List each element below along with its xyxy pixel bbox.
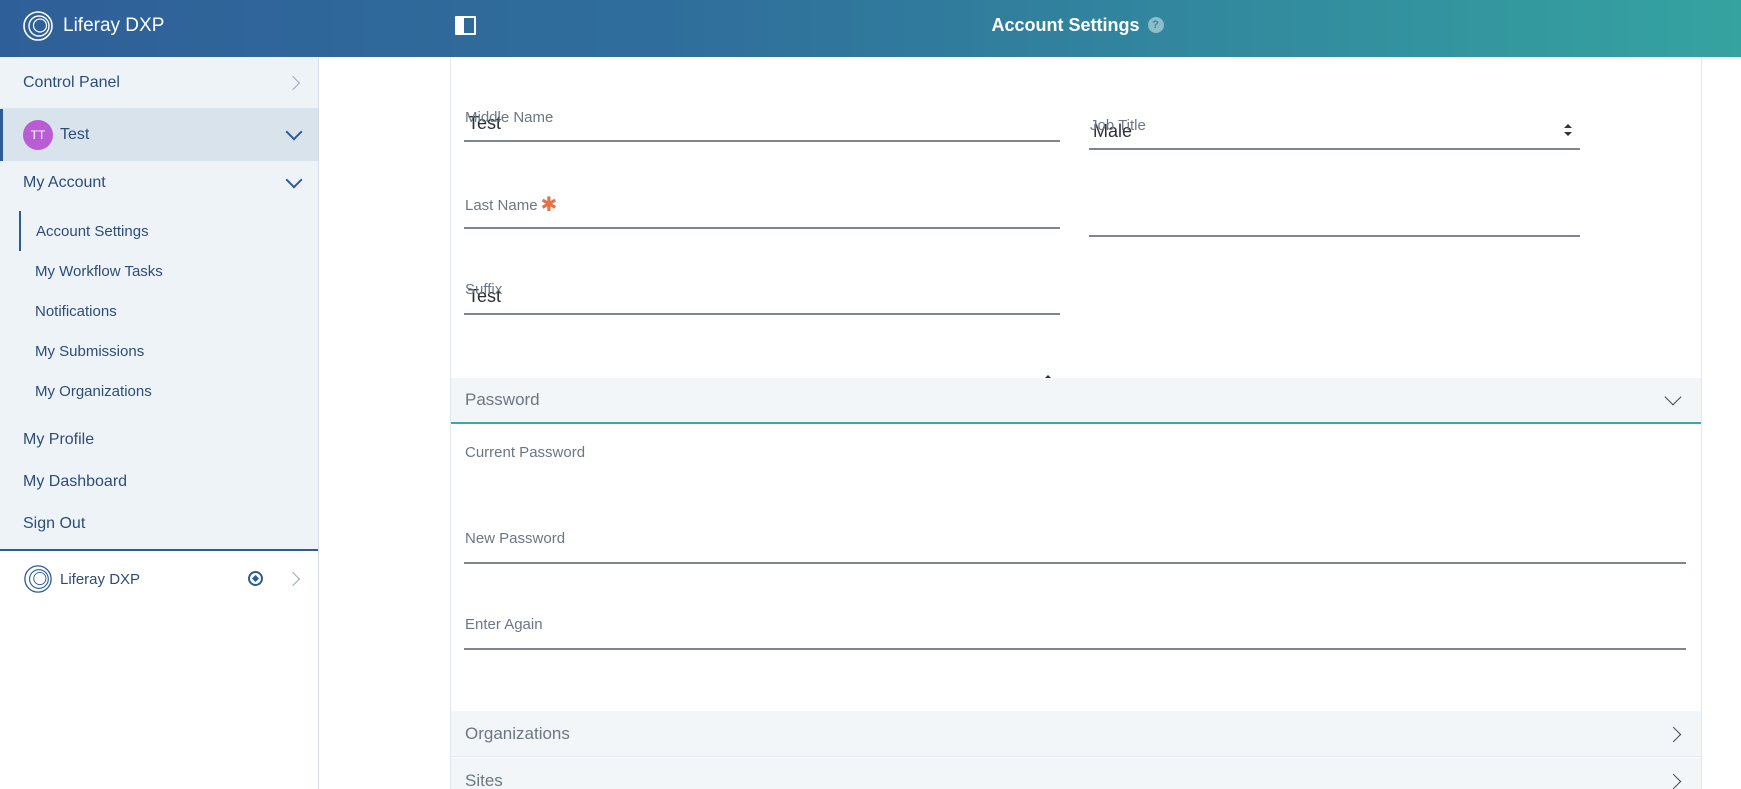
top-header: Liferay DXP Account Settings?: [0, 0, 1741, 57]
sidebar-item-my-organizations[interactable]: My Organizations: [0, 371, 318, 411]
chevron-right-icon: [1665, 773, 1682, 789]
chevron-right-icon: [285, 75, 301, 90]
job-title-field[interactable]: [1089, 177, 1580, 237]
main-content: Test Male Middle Name Job Title Last Nam…: [320, 57, 1741, 789]
sidebar-item-my-profile[interactable]: My Profile: [0, 419, 318, 461]
gender-select[interactable]: Male: [1089, 57, 1580, 150]
select-arrows-icon: [1564, 124, 1572, 136]
sites-section-header[interactable]: Sites: [451, 758, 1701, 789]
chevron-right-icon: [1665, 726, 1682, 742]
suffix-label: Suffix: [465, 281, 503, 298]
chevron-down-icon: [285, 123, 303, 141]
sidebar-item-control-panel[interactable]: Control Panel: [0, 57, 318, 109]
sidebar-item-account-settings[interactable]: Account Settings: [19, 211, 318, 251]
sidebar-item-label: Sign Out: [23, 515, 86, 532]
sidebar-item-label: My Dashboard: [23, 473, 128, 490]
required-icon: ✱: [540, 194, 558, 216]
password-section-header[interactable]: Password: [451, 378, 1701, 424]
sidebar-item-label: My Submissions: [35, 342, 145, 360]
sidebar-item-label: My Account: [23, 174, 106, 191]
avatar: TT: [23, 120, 53, 150]
sidebar-item-label: Control Panel: [23, 73, 120, 91]
sidebar-site-selector[interactable]: Liferay DXP: [0, 551, 318, 607]
sidebar-item-label: My Organizations: [35, 382, 152, 400]
sidebar-item-my-workflow-tasks[interactable]: My Workflow Tasks: [0, 251, 318, 291]
sidebar-item-label: My Workflow Tasks: [35, 262, 163, 280]
liferay-logo-icon: [24, 565, 52, 593]
sidebar-item-label: My Profile: [23, 431, 95, 448]
chevron-down-icon: [1664, 388, 1682, 406]
new-password-field[interactable]: [464, 590, 1686, 650]
sidebar-item-my-dashboard[interactable]: My Dashboard: [0, 461, 318, 503]
sidebar-item-my-submissions[interactable]: My Submissions: [0, 331, 318, 371]
sidebar-user-menu[interactable]: TT Test: [0, 109, 318, 161]
sidebar-item-notifications[interactable]: Notifications: [0, 291, 318, 331]
chevron-down-icon: [285, 171, 303, 189]
section-title: Organizations: [465, 723, 570, 743]
middle-name-label: Middle Name: [465, 109, 554, 126]
sidebar-panel: Control Panel TT Test My Account Account…: [0, 57, 318, 551]
product-menu: Control Panel TT Test My Account Account…: [0, 57, 319, 789]
sidebar-item-label: Notifications: [35, 302, 117, 320]
sidebar-item-my-account[interactable]: My Account: [0, 161, 318, 205]
site-name: Liferay DXP: [60, 570, 141, 588]
current-password-label: Current Password: [465, 444, 586, 461]
last-name-field[interactable]: Test: [464, 252, 1060, 315]
enter-again-label: Enter Again: [465, 616, 543, 633]
new-password-label: New Password: [465, 530, 566, 547]
account-form-card: Test Male Middle Name Job Title Last Nam…: [450, 57, 1702, 789]
current-password-field[interactable]: [464, 504, 1686, 564]
first-name-field[interactable]: Test: [464, 53, 1060, 142]
page-title-wrap: Account Settings?: [0, 14, 1741, 36]
job-title-label: Job Title: [1090, 117, 1146, 134]
user-name: Test: [60, 126, 90, 143]
section-title: Sites: [465, 771, 503, 789]
compass-icon[interactable]: [248, 571, 263, 586]
last-name-label: Last Name ✱: [465, 194, 558, 216]
chevron-right-icon: [285, 571, 301, 587]
sidebar-item-sign-out[interactable]: Sign Out: [0, 503, 318, 545]
sidebar-item-label: Account Settings: [36, 222, 149, 240]
help-icon[interactable]: ?: [1147, 17, 1164, 34]
organizations-section-header[interactable]: Organizations: [451, 711, 1701, 757]
page-title: Account Settings: [991, 14, 1140, 35]
section-title: Password: [465, 390, 540, 409]
